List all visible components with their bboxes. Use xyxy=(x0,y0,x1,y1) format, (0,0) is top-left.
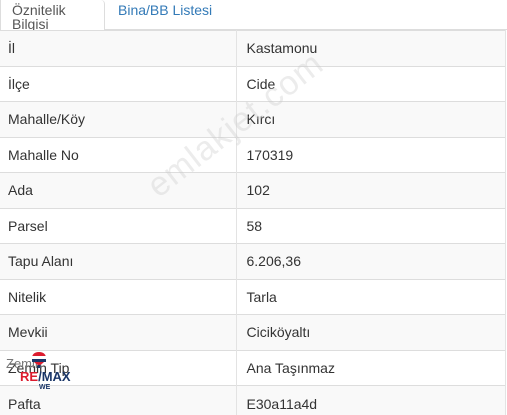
table-row: Mahalle/Köy Kırcı xyxy=(0,101,506,137)
table-row: Zemin Tip Ana Taşınmaz xyxy=(0,349,506,386)
attribute-table: İl Kastamonu İlçe Cide Mahalle/Köy Kırcı… xyxy=(0,30,506,415)
table-row: İlçe Cide xyxy=(0,65,506,102)
row-label: Mahalle No xyxy=(0,136,237,173)
row-label: Pafta xyxy=(0,385,237,415)
row-label: Tapu Alanı xyxy=(0,243,237,279)
table-row: Mahalle No 170319 xyxy=(0,136,506,173)
row-label: Ada xyxy=(0,172,237,208)
row-value: Ana Taşınmaz xyxy=(236,349,506,386)
row-label: Mevkii xyxy=(0,314,237,350)
table-row: Nitelik Tarla xyxy=(0,278,506,315)
tab-attribute-info[interactable]: Öznitelik Bilgisi xyxy=(0,0,105,31)
row-label: İlçe xyxy=(0,65,237,102)
row-value: 170319 xyxy=(236,136,506,173)
table-row: Pafta E30a11a4d xyxy=(0,385,506,415)
row-value: Kastamonu xyxy=(236,30,506,66)
row-label: Nitelik xyxy=(0,278,237,315)
row-value: E30a11a4d xyxy=(236,385,506,415)
tab-bar: Öznitelik Bilgisi Bina/BB Listesi xyxy=(0,0,507,31)
table-row: Tapu Alanı 6.206,36 xyxy=(0,243,506,279)
row-value: Tarla xyxy=(236,278,506,315)
tab-building-list[interactable]: Bina/BB Listesi xyxy=(118,0,238,31)
table-row: İl Kastamonu xyxy=(0,30,506,66)
row-label: Zemin Tip xyxy=(0,349,237,386)
row-value: 6.206,36 xyxy=(236,243,506,279)
row-value: Cide xyxy=(236,65,506,102)
table-row: Mevkii Ciciköyaltı xyxy=(0,314,506,350)
row-value: 58 xyxy=(236,207,506,244)
row-value: Ciciköyaltı xyxy=(236,314,506,350)
row-label: Parsel xyxy=(0,207,237,244)
table-row: Ada 102 xyxy=(0,172,506,208)
row-value: Kırcı xyxy=(236,101,506,137)
row-label: İl xyxy=(0,30,237,66)
table-row: Parsel 58 xyxy=(0,207,506,244)
attribute-panel: Öznitelik Bilgisi Bina/BB Listesi İl Kas… xyxy=(0,0,507,415)
row-label: Mahalle/Köy xyxy=(0,101,237,137)
row-value: 102 xyxy=(236,172,506,208)
